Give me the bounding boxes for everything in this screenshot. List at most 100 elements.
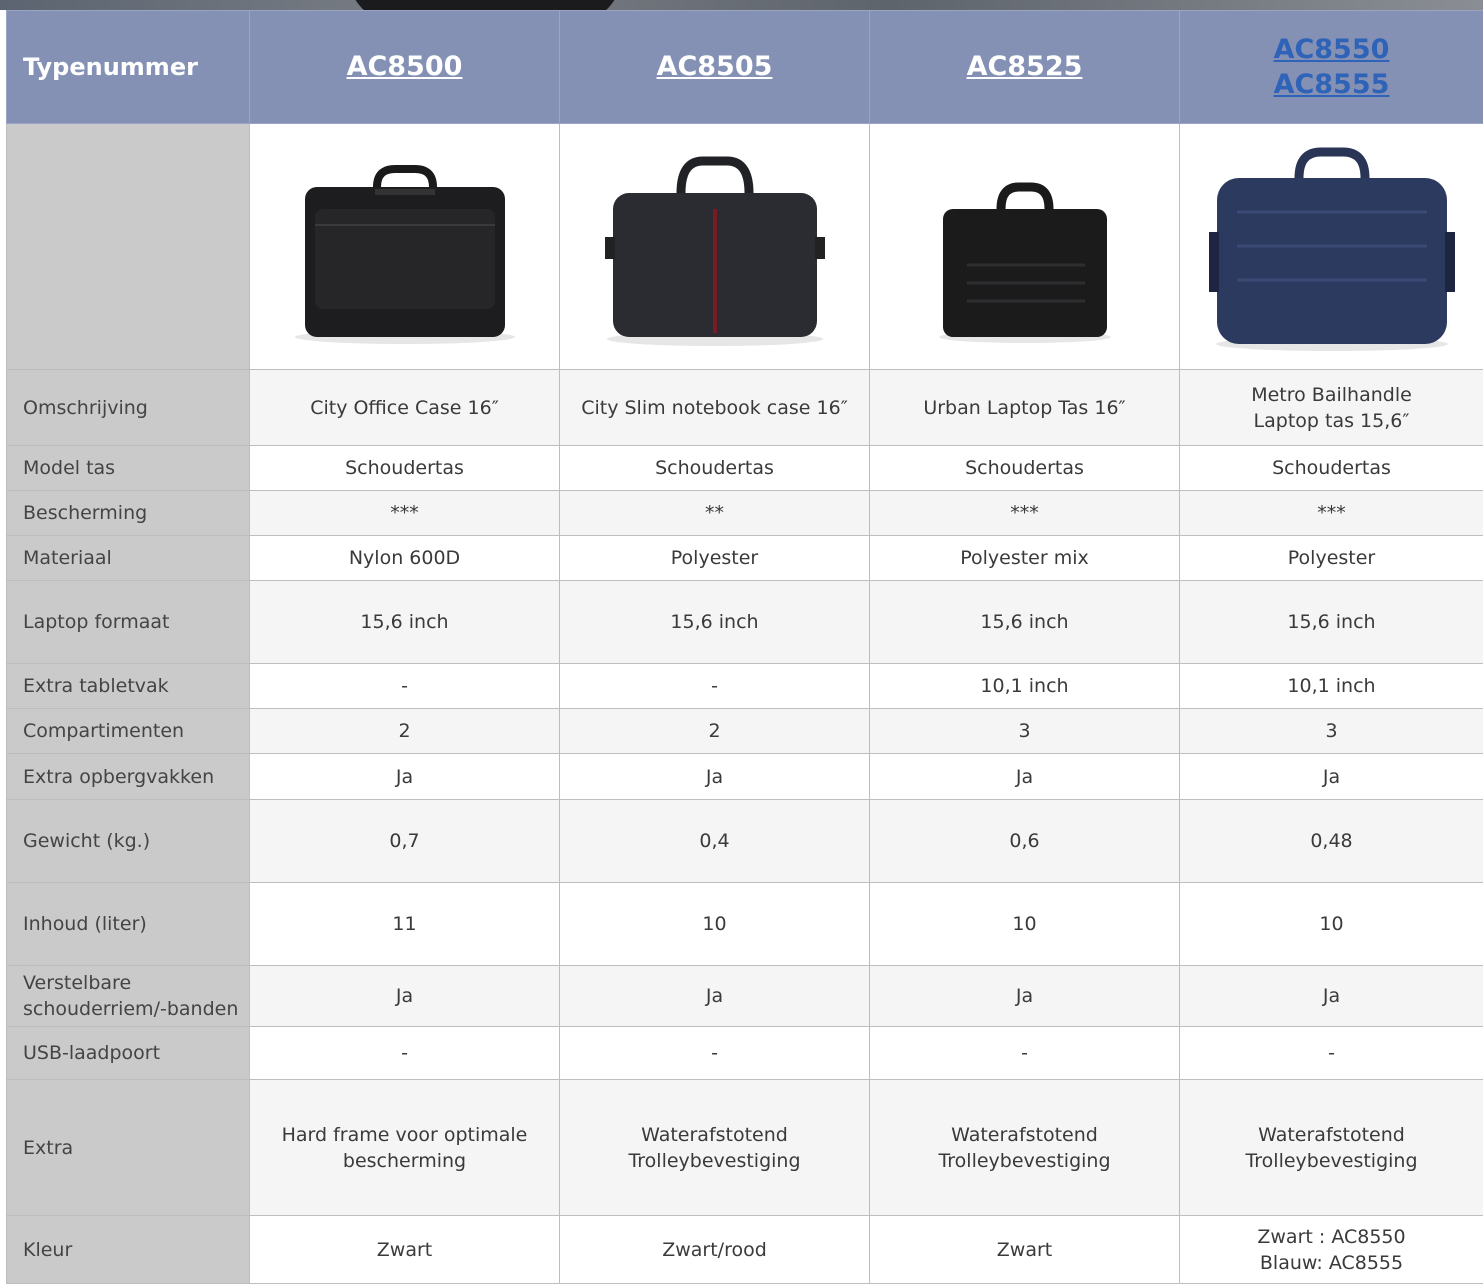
row-label-model-tas: Model tas bbox=[7, 446, 250, 491]
cell-inhoud-col2: 10 bbox=[560, 883, 870, 966]
cell-value: 10 bbox=[568, 911, 861, 937]
cell-value: Waterafstotend bbox=[878, 1122, 1171, 1148]
row-label-verstelbare-schouderriem: Verstelbareschouderriem/-banden bbox=[7, 966, 250, 1027]
cell-value: *** bbox=[878, 500, 1171, 526]
cell-value: Urban Laptop Tas 16″ bbox=[878, 395, 1171, 421]
cell-extra-col3: WaterafstotendTrolleybevestiging bbox=[870, 1080, 1180, 1216]
cell-materiaal-col4: Polyester bbox=[1180, 536, 1483, 581]
cell-value: Ja bbox=[1188, 764, 1475, 790]
cell-value: - bbox=[1188, 1040, 1475, 1066]
row-label-text: Materiaal bbox=[23, 545, 241, 571]
model-link-ac8505[interactable]: AC8505 bbox=[657, 51, 773, 82]
spec-row-bescherming: Bescherming*********** bbox=[7, 491, 1483, 536]
spec-row-materiaal: MateriaalNylon 600DPolyesterPolyester mi… bbox=[7, 536, 1483, 581]
model-link-ac8550[interactable]: AC8550 bbox=[1188, 32, 1475, 67]
cell-value: 15,6 inch bbox=[1188, 609, 1475, 635]
row-label-text: Gewicht (kg.) bbox=[23, 828, 241, 854]
cell-extra-col2: WaterafstotendTrolleybevestiging bbox=[560, 1080, 870, 1216]
cell-value: *** bbox=[258, 500, 551, 526]
spec-row-inhoud: Inhoud (liter)11101010 bbox=[7, 883, 1483, 966]
cell-value: 2 bbox=[258, 718, 551, 744]
cell-inhoud-col1: 11 bbox=[250, 883, 560, 966]
cell-value: - bbox=[878, 1040, 1171, 1066]
cell-value: Ja bbox=[568, 764, 861, 790]
model-link-ac8525[interactable]: AC8525 bbox=[967, 51, 1083, 82]
row-label-text: Extra opbergvakken bbox=[23, 764, 241, 790]
cell-value: 2 bbox=[568, 718, 861, 744]
spec-row-omschrijving: OmschrijvingCity Office Case 16″City Sli… bbox=[7, 370, 1483, 446]
cell-compartimenten-col2: 2 bbox=[560, 709, 870, 754]
cell-value: Laptop tas 15,6″ bbox=[1188, 408, 1475, 434]
row-label-usb-laadpoort: USB-laadpoort bbox=[7, 1027, 250, 1080]
cell-value: Ja bbox=[258, 983, 551, 1009]
cell-value: 0,7 bbox=[258, 828, 551, 854]
cell-usb-laadpoort-col1: - bbox=[250, 1027, 560, 1080]
product-comparison-table: Typenummer AC8500 AC8505 AC8525 AC8550 A… bbox=[6, 10, 1483, 1284]
cell-value: Ja bbox=[1188, 983, 1475, 1009]
cell-value: Trolleybevestiging bbox=[568, 1148, 861, 1174]
model-link-ac8500[interactable]: AC8500 bbox=[347, 51, 463, 82]
cell-value: - bbox=[568, 673, 861, 699]
spec-row-model-tas: Model tas Schoudertas Schoudertas Schoudert… bbox=[7, 446, 1483, 491]
spec-row-compartimenten: Compartimenten2233 bbox=[7, 709, 1483, 754]
cell-extra-tabletvak-col4: 10,1 inch bbox=[1180, 664, 1483, 709]
spec-row-laptop-formaat: Laptop formaat15,6 inch15,6 inch15,6 inc… bbox=[7, 581, 1483, 664]
banner-photo-strip bbox=[0, 0, 1483, 10]
row-label-extra-opbergvakken: Extra opbergvakken bbox=[7, 754, 250, 800]
row-label-compartimenten: Compartimenten bbox=[7, 709, 250, 754]
cell-model-tas-col1: Schoudertas bbox=[250, 446, 560, 491]
cell-value: Waterafstotend bbox=[568, 1122, 861, 1148]
cell-value: City Slim notebook case 16″ bbox=[568, 395, 861, 421]
cell-value: 15,6 inch bbox=[258, 609, 551, 635]
row-label-omschrijving: Omschrijving bbox=[7, 370, 250, 446]
cell-laptop-formaat-col3: 15,6 inch bbox=[870, 581, 1180, 664]
cell-usb-laadpoort-col3: - bbox=[870, 1027, 1180, 1080]
cell-extra-tabletvak-col1: - bbox=[250, 664, 560, 709]
cell-value: 0,48 bbox=[1188, 828, 1475, 854]
cell-verstelbare-schouderriem-col1: Ja bbox=[250, 966, 560, 1027]
cell-gewicht-col2: 0,4 bbox=[560, 800, 870, 883]
cell-usb-laadpoort-col4: - bbox=[1180, 1027, 1483, 1080]
row-label-gewicht: Gewicht (kg.) bbox=[7, 800, 250, 883]
cell-inhoud-col4: 10 bbox=[1180, 883, 1483, 966]
cell-value: 15,6 inch bbox=[878, 609, 1171, 635]
cell-kleur-col2: Zwart/rood bbox=[560, 1216, 870, 1284]
product-image-cell-3 bbox=[870, 124, 1180, 370]
cell-value: - bbox=[568, 1040, 861, 1066]
image-row bbox=[7, 124, 1483, 370]
cell-bescherming-col2: ** bbox=[560, 491, 870, 536]
cell-bescherming-col4: *** bbox=[1180, 491, 1483, 536]
model-header-1: AC8500 bbox=[250, 11, 560, 124]
cell-value: Ja bbox=[878, 983, 1171, 1009]
cell-value: Polyester mix bbox=[878, 545, 1171, 571]
row-label-text: Kleur bbox=[23, 1237, 241, 1263]
cell-extra-tabletvak-col2: - bbox=[560, 664, 870, 709]
cell-value: 15,6 inch bbox=[568, 609, 861, 635]
cell-materiaal-col3: Polyester mix bbox=[870, 536, 1180, 581]
model-link-ac8555[interactable]: AC8555 bbox=[1188, 67, 1475, 102]
cell-extra-col1: Hard frame voor optimalebescherming bbox=[250, 1080, 560, 1216]
cell-value: Zwart/rood bbox=[568, 1237, 861, 1263]
cell-bescherming-col3: *** bbox=[870, 491, 1180, 536]
cell-value: - bbox=[258, 673, 551, 699]
cell-value: Zwart bbox=[258, 1237, 551, 1263]
cell-omschrijving-col2: City Slim notebook case 16″ bbox=[560, 370, 870, 446]
cell-extra-opbergvakken-col2: Ja bbox=[560, 754, 870, 800]
header-row: Typenummer AC8500 AC8505 AC8525 AC8550 A… bbox=[7, 11, 1483, 124]
cell-gewicht-col1: 0,7 bbox=[250, 800, 560, 883]
cell-laptop-formaat-col2: 15,6 inch bbox=[560, 581, 870, 664]
cell-value: ** bbox=[568, 500, 861, 526]
cell-value: Schoudertas bbox=[258, 455, 551, 481]
cell-value: Schoudertas bbox=[878, 455, 1171, 481]
cell-verstelbare-schouderriem-col2: Ja bbox=[560, 966, 870, 1027]
cell-value: Polyester bbox=[1188, 545, 1475, 571]
cell-extra-opbergvakken-col4: Ja bbox=[1180, 754, 1483, 800]
row-label-text: Omschrijving bbox=[23, 395, 241, 421]
row-label-inhoud: Inhoud (liter) bbox=[7, 883, 250, 966]
cell-value: 10,1 inch bbox=[878, 673, 1171, 699]
black-urban-bag-image bbox=[905, 147, 1145, 347]
cell-value: Schoudertas bbox=[1188, 455, 1475, 481]
cell-value: Hard frame voor optimale bbox=[258, 1122, 551, 1148]
row-label-text: Inhoud (liter) bbox=[23, 911, 241, 937]
cell-value: Schoudertas bbox=[568, 455, 861, 481]
